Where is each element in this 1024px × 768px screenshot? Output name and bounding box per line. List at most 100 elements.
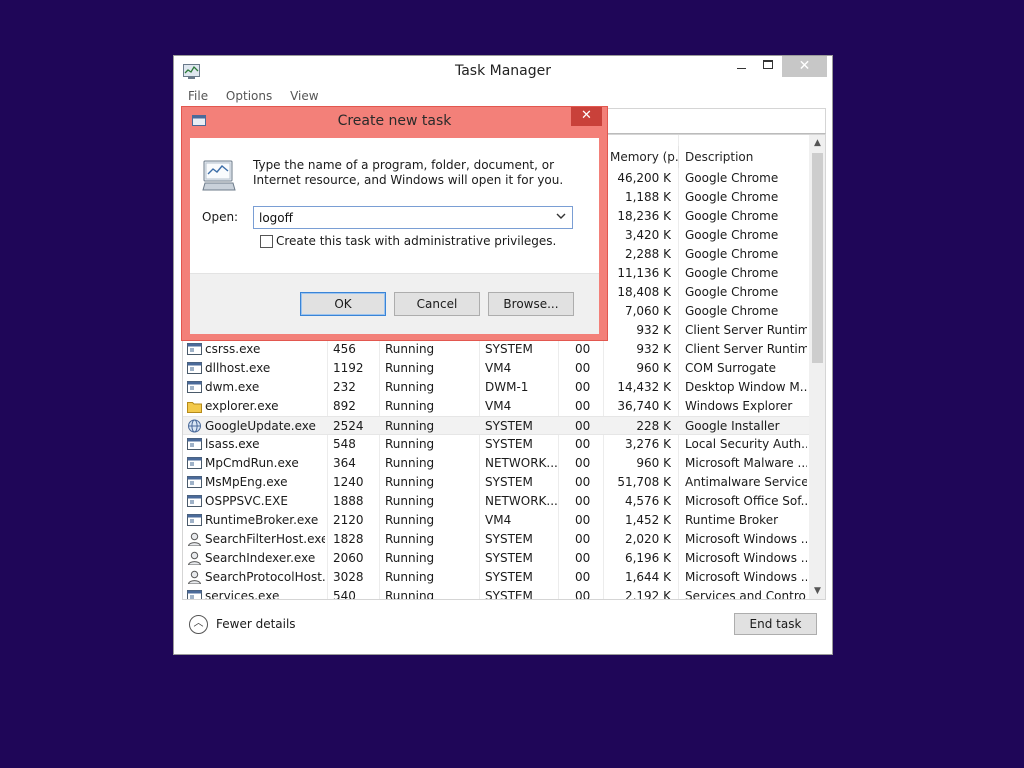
cell-name: RuntimeBroker.exe [205,513,319,527]
cell-status: Running [385,456,435,470]
cell-description: Runtime Broker [685,513,779,527]
cell-pid: 1828 [333,532,364,546]
cell-user: VM4 [485,399,512,413]
scroll-down-arrow-icon[interactable]: ▼ [809,583,825,599]
dialog-titlebar[interactable]: Create new task ✕ [182,107,607,135]
globe-icon [188,419,201,433]
cell-description: Antimalware Service... [685,475,807,489]
menu-view[interactable]: View [290,89,318,103]
cell-cpu: 00 [575,570,591,584]
cell-memory: 2,192 K [624,589,671,600]
cell-status: Running [385,513,435,527]
cell-memory: 3,276 K [624,437,671,451]
menu-file[interactable]: File [188,89,208,103]
cell-cpu: 00 [575,361,591,375]
table-row[interactable]: OSPPSVC.EXE 1888 Running NETWORK... 00 4,576 … [183,492,809,511]
cell-name: SearchProtocolHost.... [205,570,325,584]
scrollbar-thumb[interactable] [812,153,823,363]
scroll-up-arrow-icon[interactable]: ▲ [809,135,825,151]
cell-memory: 932 K [636,342,671,356]
table-row[interactable]: GoogleUpdate.exe 2524 Running SYSTEM 00 228 K… [183,416,809,435]
maximize-button[interactable] [755,56,781,77]
cell-memory: 4,576 K [624,494,671,508]
close-button[interactable]: ✕ [782,56,827,77]
menu-options[interactable]: Options [226,89,272,103]
cell-memory: 18,408 K [617,285,671,299]
cell-memory: 960 K [636,456,671,470]
user-search-icon [187,551,202,565]
cell-pid: 548 [333,437,356,451]
cell-memory: 46,200 K [617,171,671,185]
table-row[interactable]: RuntimeBroker.exe 2120 Running VM4 00 1,452 K… [183,511,809,530]
user-search-icon [187,570,202,584]
cell-name: GoogleUpdate.exe [205,419,316,433]
user-search-icon [187,532,202,546]
column-header-memory[interactable]: Memory (p... [603,146,678,168]
admin-privileges-checkbox[interactable] [260,235,273,248]
end-task-button[interactable]: End task [734,613,817,635]
cell-memory: 960 K [636,361,671,375]
cell-memory: 1,188 K [624,190,671,204]
run-program-icon [202,160,236,191]
dialog-description: Type the name of a program, folder, docu… [253,158,564,187]
task-manager-titlebar[interactable]: Task Manager ✕ [174,56,832,88]
cell-user: SYSTEM [485,532,533,546]
folder-icon [187,402,202,413]
chevron-up-icon: ︿ [189,615,208,634]
vertical-scrollbar[interactable]: ▲ ▼ [809,135,825,599]
browse-button[interactable]: Browse... [488,292,574,316]
cell-name: csrss.exe [205,342,261,356]
cell-memory: 228 K [636,419,671,433]
table-row[interactable]: lsass.exe 548 Running SYSTEM 00 3,276 K Local … [183,435,809,454]
cell-pid: 2060 [333,551,364,565]
cell-user: SYSTEM [485,475,533,489]
cell-description: Google Chrome [685,285,779,299]
cell-description: Google Chrome [685,266,779,280]
cell-user: VM4 [485,513,512,527]
cell-name: services.exe [205,589,280,600]
cell-memory: 1,452 K [624,513,671,527]
cell-name: lsass.exe [205,437,260,451]
table-row[interactable]: SearchFilterHost.exe 1828 Running SYSTEM 00 2… [183,530,809,549]
exe-icon [187,438,202,450]
cell-name: MpCmdRun.exe [205,456,299,470]
maximize-icon [763,59,773,69]
dialog-close-button[interactable]: ✕ [571,107,602,126]
cancel-button[interactable]: Cancel [394,292,480,316]
table-row[interactable]: dllhost.exe 1192 Running VM4 00 960 K COM Surr… [183,359,809,378]
cell-user: NETWORK... [485,494,557,508]
cell-status: Running [385,532,435,546]
table-row[interactable]: services.exe 540 Running SYSTEM 00 2,192 K Ser… [183,587,809,600]
table-row[interactable]: MpCmdRun.exe 364 Running NETWORK... 00 960 K M… [183,454,809,473]
table-row[interactable]: MsMpEng.exe 1240 Running SYSTEM 00 51,708 K An… [183,473,809,492]
cell-user: SYSTEM [485,589,533,600]
cell-name: MsMpEng.exe [205,475,288,489]
admin-privileges-label[interactable]: Create this task with administrative pri… [276,234,556,248]
cell-pid: 456 [333,342,356,356]
cell-pid: 364 [333,456,356,470]
open-input[interactable] [254,207,550,228]
table-row[interactable]: dwm.exe 232 Running DWM-1 00 14,432 K Desktop … [183,378,809,397]
cell-pid: 232 [333,380,356,394]
cell-status: Running [385,475,435,489]
cell-user: SYSTEM [485,570,533,584]
exe-icon [187,457,202,469]
cell-memory: 11,136 K [617,266,671,280]
cell-cpu: 00 [575,399,591,413]
cell-pid: 3028 [333,570,364,584]
column-header-description[interactable]: Description [678,146,809,168]
table-row[interactable]: csrss.exe 456 Running SYSTEM 00 932 K Client S… [183,340,809,359]
minimize-button[interactable] [728,56,754,77]
cell-status: Running [385,419,435,433]
exe-icon [187,514,202,526]
cell-cpu: 00 [575,342,591,356]
open-combobox[interactable] [253,206,573,229]
ok-button[interactable]: OK [300,292,386,316]
table-row[interactable]: explorer.exe 892 Running VM4 00 36,740 K Windo… [183,397,809,416]
table-row[interactable]: SearchProtocolHost.... 3028 Running SYSTEM 0… [183,568,809,587]
table-row[interactable]: SearchIndexer.exe 2060 Running SYSTEM 00 6,19… [183,549,809,568]
cell-user: NETWORK... [485,456,557,470]
create-new-task-dialog: Create new task ✕ Type the name of a pro… [181,106,608,341]
chevron-down-glyph [556,213,566,219]
chevron-down-icon[interactable] [552,208,570,227]
